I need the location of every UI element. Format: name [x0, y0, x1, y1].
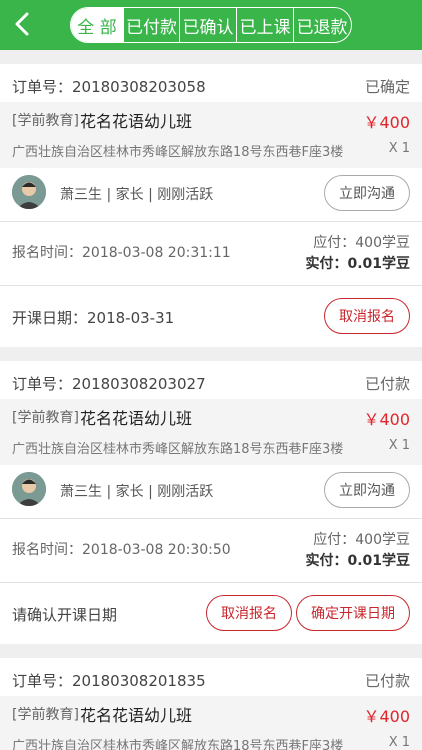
avatar[interactable]: [12, 472, 46, 506]
divider: [0, 518, 422, 519]
course-address: 广西壮族自治区桂林市秀峰区解放东路18号东西巷F座3楼: [12, 442, 344, 457]
order-status: 已确定: [364, 78, 410, 96]
order-card[interactable]: 订单号：20180308201835 已付款 [学前教育] 花名花语幼儿班 ￥4…: [0, 658, 422, 750]
tab-confirmed[interactable]: 已确认: [179, 8, 236, 42]
course-name: 花名花语幼儿班: [80, 706, 193, 725]
chat-button[interactable]: 立即沟通: [324, 472, 410, 508]
cancel-registration-button[interactable]: 取消报名: [206, 595, 292, 631]
chat-button[interactable]: 立即沟通: [324, 175, 410, 211]
order-card[interactable]: 订单号：20180308203027 已付款 [学前教育] 花名花语幼儿班 ￥4…: [0, 361, 422, 644]
order-status: 已付款: [364, 375, 410, 393]
course-price: ￥400: [363, 113, 410, 132]
avatar[interactable]: [12, 175, 46, 209]
user-avatar-icon: [12, 175, 46, 209]
amount-due: 应付：400学豆: [313, 532, 410, 548]
course-item[interactable]: [学前教育] 花名花语幼儿班 ￥400 广西壮族自治区桂林市秀峰区解放东路18号…: [0, 102, 422, 168]
tab-paid[interactable]: 已付款: [123, 8, 179, 42]
registration-time: 报名时间：2018-03-08 20:30:50: [12, 542, 231, 558]
course-quantity: X 1: [388, 141, 410, 156]
course-category: [学前教育]: [12, 113, 79, 129]
course-name: 花名花语幼儿班: [80, 112, 193, 131]
class-start-date: 开课日期：2018-03-31: [12, 309, 175, 327]
course-address: 广西壮族自治区桂林市秀峰区解放东路18号东西巷F座3楼: [12, 145, 344, 160]
course-name: 花名花语幼儿班: [80, 409, 193, 428]
user-avatar-icon: [12, 472, 46, 506]
divider: [0, 582, 422, 583]
course-quantity: X 1: [388, 438, 410, 453]
cancel-registration-button[interactable]: 取消报名: [324, 298, 410, 334]
confirm-date-prompt: 请确认开课日期: [12, 606, 118, 624]
user-info: 萧三生 | 家长 | 刚刚活跃: [60, 484, 214, 500]
course-price: ￥400: [363, 707, 410, 726]
divider: [0, 285, 422, 286]
amount-paid: 实付：0.01学豆: [305, 256, 410, 272]
tab-attended[interactable]: 已上课: [236, 8, 293, 42]
chevron-left-icon: [15, 12, 29, 36]
course-item[interactable]: [学前教育] 花名花语幼儿班 ￥400 广西壮族自治区桂林市秀峰区解放东路18号…: [0, 399, 422, 465]
order-number: 订单号：20180308203027: [12, 375, 206, 393]
order-card[interactable]: 订单号：20180308203058 已确定 [学前教育] 花名花语幼儿班 ￥4…: [0, 64, 422, 347]
amount-paid: 实付：0.01学豆: [305, 553, 410, 569]
course-category: [学前教育]: [12, 410, 79, 426]
order-status: 已付款: [364, 672, 410, 690]
course-address: 广西壮族自治区桂林市秀峰区解放东路18号东西巷F座3楼: [12, 739, 344, 750]
registration-time: 报名时间：2018-03-08 20:31:11: [12, 245, 231, 261]
divider: [0, 221, 422, 222]
course-price: ￥400: [363, 410, 410, 429]
user-info: 萧三生 | 家长 | 刚刚活跃: [60, 187, 214, 203]
amount-due: 应付：400学豆: [313, 235, 410, 251]
status-tabs: 全 部 已付款 已确认 已上课 已退款: [70, 7, 352, 43]
back-button[interactable]: [12, 11, 34, 37]
course-quantity: X 1: [388, 735, 410, 750]
top-bar: 全 部 已付款 已确认 已上课 已退款: [0, 0, 422, 50]
order-number: 订单号：20180308203058: [12, 78, 206, 96]
confirm-start-date-button[interactable]: 确定开课日期: [296, 595, 410, 631]
order-number: 订单号：20180308201835: [12, 672, 206, 690]
course-item[interactable]: [学前教育] 花名花语幼儿班 ￥400 广西壮族自治区桂林市秀峰区解放东路18号…: [0, 696, 422, 750]
course-category: [学前教育]: [12, 707, 79, 723]
tab-refunded[interactable]: 已退款: [293, 8, 350, 42]
tab-all[interactable]: 全 部: [71, 8, 123, 42]
